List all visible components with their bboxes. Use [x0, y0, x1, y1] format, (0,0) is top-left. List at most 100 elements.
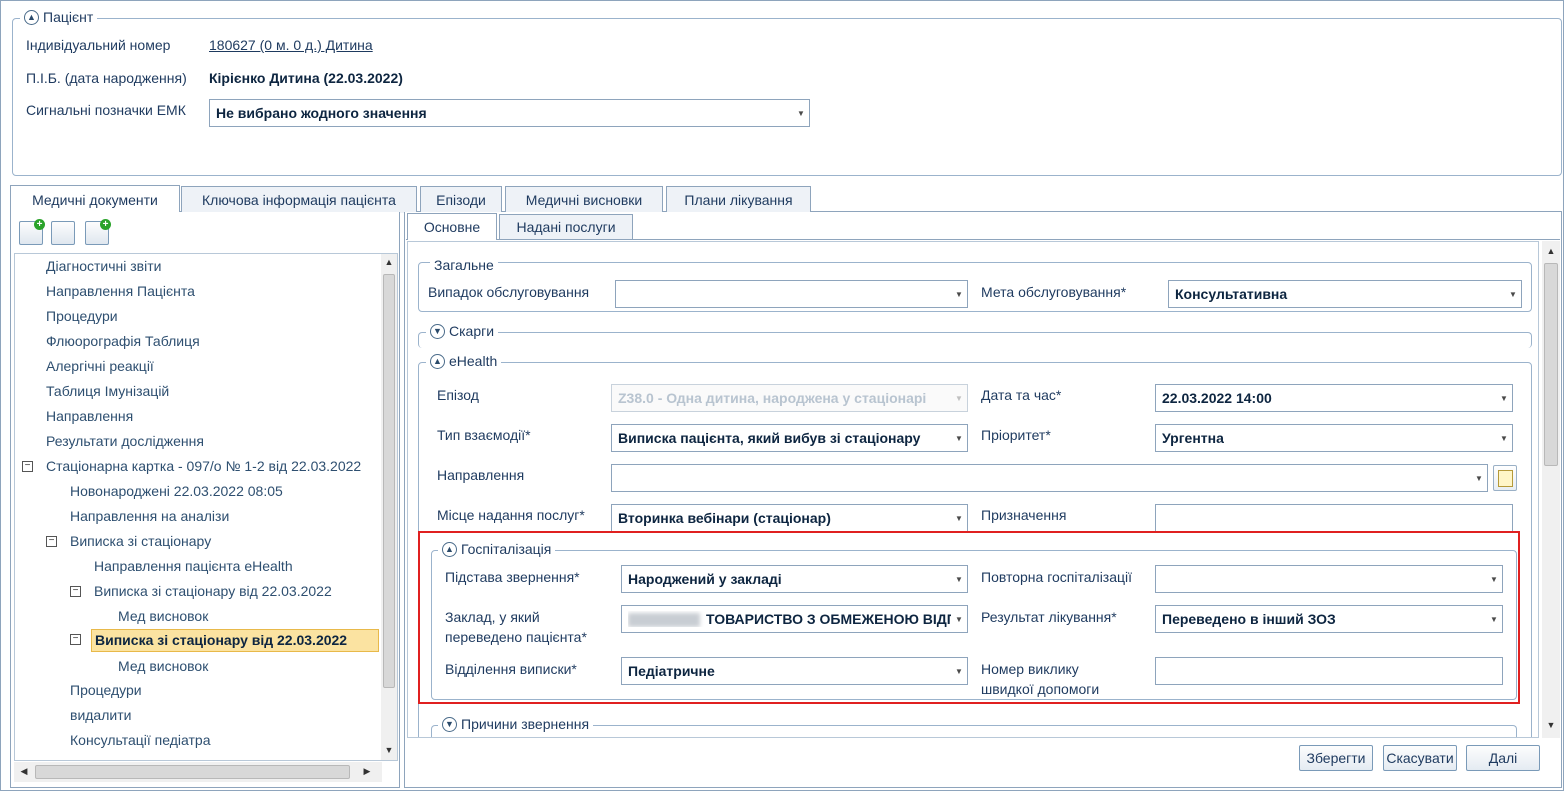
place-combo[interactable]: Вторинка вебінари (стаціонар) ▼: [611, 504, 968, 532]
referral-combo[interactable]: ▼: [611, 464, 1488, 492]
next-button[interactable]: Далі: [1466, 745, 1540, 771]
scroll-down-icon[interactable]: ▼: [382, 745, 396, 755]
complaints-title[interactable]: ▼ Скарги: [426, 323, 499, 339]
tree-item-selected[interactable]: Виписка зі стаціонару від 22.03.2022: [91, 629, 379, 652]
sub-tabs-baseline: [406, 239, 1560, 240]
chevron-down-icon[interactable]: ▼: [1496, 425, 1512, 451]
case-combo[interactable]: ▼: [615, 280, 968, 308]
tab-label: Епізоди: [436, 192, 486, 208]
collapse-toggle-icon[interactable]: −: [22, 461, 33, 472]
patient-name-value: Кірієнко Дитина (22.03.2022): [209, 70, 403, 86]
scroll-down-icon[interactable]: ▼: [1544, 720, 1558, 730]
tab-episodes[interactable]: Епізоди: [420, 186, 502, 213]
tree-item[interactable]: Процедури: [46, 308, 118, 324]
general-title: Загальне: [430, 257, 498, 273]
scroll-up-icon[interactable]: ▲: [1544, 246, 1558, 256]
save-button-label: Зберегти: [1306, 750, 1366, 766]
tree-item[interactable]: Алергічні реакції: [46, 358, 154, 374]
tree-item[interactable]: Консультації педіатра: [70, 732, 211, 748]
tree-item[interactable]: Мед висновок: [118, 658, 208, 674]
interaction-combo[interactable]: Виписка пацієнта, який вибув зі стаціона…: [611, 424, 968, 452]
copy-document-button[interactable]: [51, 221, 75, 245]
tree-item[interactable]: Процедури: [70, 682, 142, 698]
chevron-down-icon[interactable]: ▼: [951, 425, 967, 451]
reasons-title[interactable]: ▼ Причини звернення: [438, 716, 594, 732]
ehealth-title[interactable]: ▲ eHealth: [426, 353, 502, 369]
reasons-group: [431, 725, 1517, 737]
next-button-label: Далі: [1488, 750, 1518, 766]
chevron-down-icon[interactable]: ▼: [951, 505, 967, 531]
tab-main[interactable]: Основне: [407, 213, 497, 240]
tree-item[interactable]: Таблиця Імунізацій: [46, 383, 169, 399]
priority-label: Пріоритет*: [981, 427, 1051, 443]
tab-key-info[interactable]: Ключова інформація пацієнта: [181, 186, 417, 213]
patient-title: Пацієнт: [43, 9, 94, 25]
priority-value: Ургентна: [1162, 430, 1224, 446]
place-value: Вторинка вебінари (стаціонар): [618, 510, 831, 526]
complaints-title-text: Скарги: [449, 323, 495, 339]
tree-hscroll-thumb[interactable]: [35, 765, 350, 779]
tree-item[interactable]: Направлення пацієнта eHealth: [94, 558, 293, 574]
form-vscroll-thumb[interactable]: [1544, 263, 1558, 466]
place-label: Місце надання послуг*: [437, 507, 585, 523]
tree-item[interactable]: Направлення Пацієнта: [46, 283, 195, 299]
ehealth-title-text: eHealth: [449, 353, 498, 369]
reasons-title-text: Причини звернення: [461, 716, 590, 732]
chevron-down-icon[interactable]: ▼: [1505, 281, 1521, 307]
chevron-down-icon[interactable]: ▼: [951, 281, 967, 307]
episode-label: Епізод: [437, 387, 479, 403]
collapse-icon[interactable]: ▲: [24, 9, 39, 25]
expand-icon[interactable]: ▼: [442, 716, 457, 732]
tab-label: Медичні документи: [32, 191, 158, 208]
tab-label: Медичні висновки: [525, 192, 643, 208]
collapse-toggle-icon[interactable]: −: [70, 586, 81, 597]
scroll-left-icon[interactable]: ◀: [17, 766, 31, 777]
edit-notepad-icon: [1498, 470, 1513, 487]
tree-item[interactable]: Направлення: [46, 408, 133, 424]
collapse-toggle-icon[interactable]: −: [70, 634, 81, 645]
collapse-toggle-icon[interactable]: −: [46, 536, 57, 547]
patient-id-link[interactable]: 180627 (0 м. 0 д.) Дитина: [209, 37, 373, 53]
collapse-icon[interactable]: ▲: [430, 353, 445, 369]
add-record-button[interactable]: +: [85, 219, 111, 245]
tree-vscroll-thumb[interactable]: [383, 274, 395, 688]
tree-item[interactable]: Флюорографія Таблиця: [46, 333, 200, 349]
tree-item[interactable]: Направлення на аналізи: [70, 508, 229, 524]
patient-group-title[interactable]: ▲ Пацієнт: [20, 9, 98, 25]
purpose-combo[interactable]: Консультативна ▼: [1168, 280, 1522, 308]
tree-item[interactable]: видалити: [70, 707, 131, 723]
plus-icon: +: [100, 219, 111, 230]
signal-marks-combo[interactable]: Не вибрано жодного значення ▼: [209, 99, 810, 127]
chevron-down-icon[interactable]: ▼: [1471, 465, 1487, 491]
episode-combo: Z38.0 - Одна дитина, народжена у стаціон…: [611, 384, 968, 412]
tree-item[interactable]: Результати дослідження: [46, 433, 204, 449]
chevron-down-icon[interactable]: ▼: [1496, 385, 1512, 411]
highlight-box: [418, 531, 1520, 704]
priority-combo[interactable]: Ургентна ▼: [1155, 424, 1513, 452]
datetime-combo[interactable]: 22.03.2022 14:00 ▼: [1155, 384, 1513, 412]
tree-view: Діагностичні звіти Направлення Пацієнта …: [14, 253, 398, 761]
tab-treatment-plans[interactable]: Плани лікування: [666, 186, 811, 213]
cancel-button[interactable]: Скасувати: [1383, 745, 1457, 771]
tree-item[interactable]: Мед висновок: [118, 608, 208, 624]
scroll-right-icon[interactable]: ▶: [360, 766, 374, 777]
tree-item[interactable]: Виписка зі стаціонару: [70, 533, 211, 549]
purpose-label: Мета обслуговування*: [981, 284, 1127, 300]
chevron-down-icon: ▼: [955, 393, 963, 403]
tree-item[interactable]: Виписка зі стаціонару від 22.03.2022: [94, 583, 332, 599]
tree-item[interactable]: Стаціонарна картка - 097/о № 1-2 від 22.…: [46, 458, 361, 474]
cancel-button-label: Скасувати: [1386, 750, 1454, 766]
edit-referral-button[interactable]: [1493, 465, 1517, 491]
assignment-input[interactable]: [1155, 504, 1513, 532]
tree-item[interactable]: Діагностичні звіти: [46, 258, 161, 274]
expand-icon[interactable]: ▼: [430, 323, 445, 339]
save-button[interactable]: Зберегти: [1299, 745, 1373, 771]
tree-item[interactable]: Новонароджені 22.03.2022 08:05: [70, 483, 283, 499]
tab-medical-documents[interactable]: Медичні документи: [10, 185, 180, 213]
new-document-button[interactable]: +: [19, 219, 45, 245]
tab-services[interactable]: Надані послуги: [499, 214, 633, 239]
scroll-up-icon[interactable]: ▲: [382, 257, 396, 267]
tab-medical-conclusions[interactable]: Медичні висновки: [505, 186, 663, 213]
chevron-down-icon[interactable]: ▼: [793, 100, 809, 126]
complaints-group: [418, 332, 1532, 348]
